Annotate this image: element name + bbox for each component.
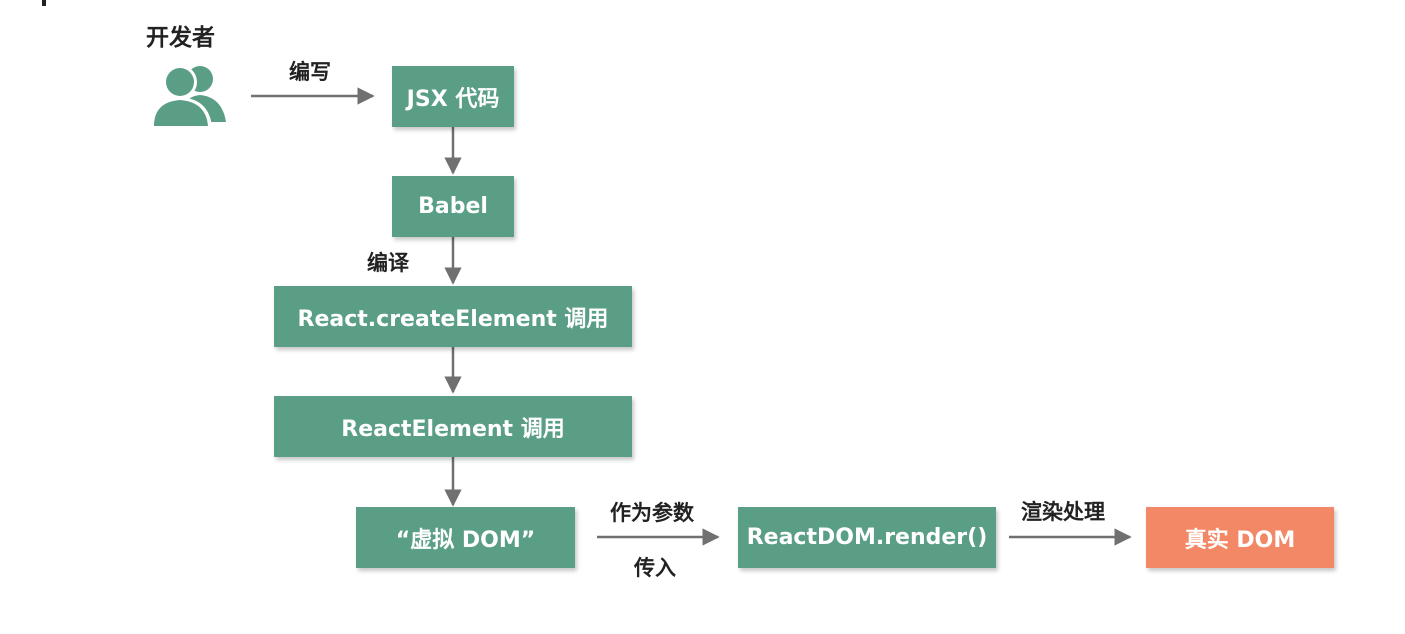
node-virtual-dom: “虚拟 DOM” xyxy=(356,507,575,568)
node-jsx-code: JSX 代码 xyxy=(392,66,514,127)
node-react-element: ReactElement 调用 xyxy=(274,396,632,457)
users-icon xyxy=(150,62,230,128)
edge-label-write: 编写 xyxy=(289,60,331,84)
node-babel: Babel xyxy=(392,176,514,237)
edge-label-render-process: 渲染处理 xyxy=(1021,500,1105,524)
edge-label-pass-in: 传入 xyxy=(634,556,676,580)
developer-label: 开发者 xyxy=(146,25,215,51)
node-reactdom-render: ReactDOM.render() xyxy=(738,507,996,568)
edge-label-compile: 编译 xyxy=(367,251,409,275)
node-real-dom: 真实 DOM xyxy=(1146,507,1334,568)
node-create-element: React.createElement 调用 xyxy=(274,286,632,347)
edge-label-as-param: 作为参数 xyxy=(610,501,694,525)
